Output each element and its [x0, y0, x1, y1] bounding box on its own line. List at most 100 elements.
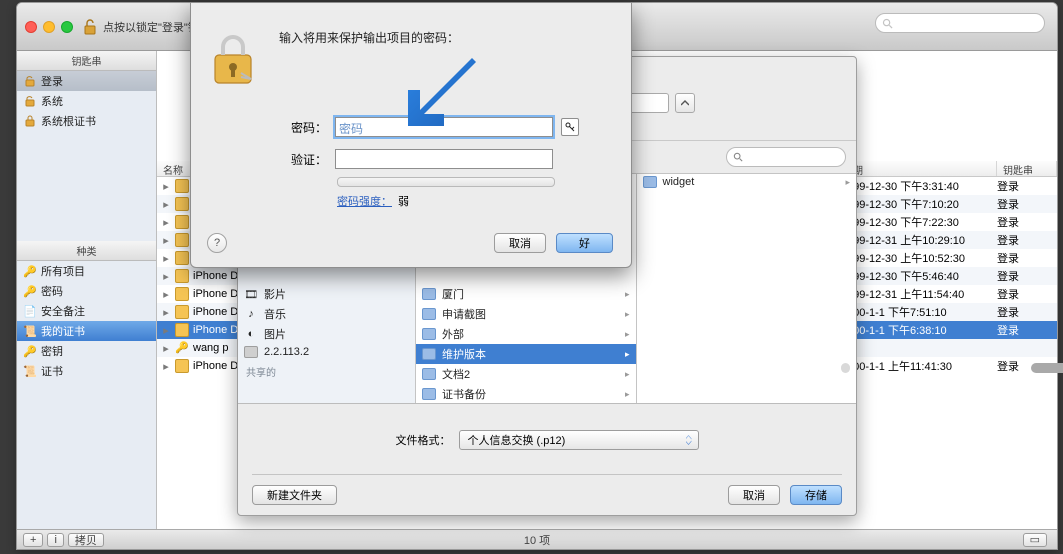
info-button[interactable]: i — [47, 533, 63, 547]
row-chain: 登录 — [997, 232, 1057, 248]
cat-mycerts[interactable]: 📜我的证书 — [17, 321, 156, 341]
view-toggle[interactable]: ▭ — [1023, 533, 1047, 547]
folder-item[interactable]: 厦门▸ — [416, 284, 636, 304]
folder-item[interactable]: 证书备份▸ — [416, 384, 636, 403]
folder-item[interactable]: 维护版本▸ — [416, 344, 636, 364]
lock-open-icon[interactable] — [83, 18, 97, 36]
cert-icon — [175, 197, 189, 211]
disclosure-icon[interactable]: ▸ — [161, 360, 171, 373]
search-icon — [882, 18, 893, 29]
minimize-icon[interactable] — [43, 21, 55, 33]
folder-label: 厦门 — [442, 286, 464, 302]
help-button[interactable]: ? — [207, 233, 227, 253]
categories-header: 种类 — [17, 241, 156, 261]
cert-icon — [175, 215, 189, 229]
disclosure-icon[interactable]: ▸ — [161, 306, 171, 319]
folder-icon — [422, 308, 436, 320]
copy-button[interactable]: 拷贝 — [68, 533, 104, 547]
disclosure-icon[interactable]: ▸ — [161, 216, 171, 229]
verify-input[interactable] — [335, 149, 553, 169]
note-icon: 📄 — [23, 304, 37, 318]
folder-icon — [643, 176, 657, 188]
row-date: 099-12-30 上午10:52:30 — [847, 250, 997, 266]
lock-open-icon — [23, 74, 37, 88]
disclosure-icon[interactable]: ▸ — [161, 270, 171, 283]
row-date: 099-12-30 下午7:22:30 — [847, 214, 997, 230]
folder-icon — [422, 328, 436, 340]
row-date: 099-12-30 下午7:10:20 — [847, 196, 997, 212]
row-date: 099-12-30 下午3:31:40 — [847, 178, 997, 194]
search-input[interactable] — [875, 13, 1045, 33]
disclosure-icon[interactable]: ▸ — [161, 180, 171, 193]
folder-widget[interactable]: widget▸ — [637, 174, 857, 190]
col-chain[interactable]: 钥匙串 — [997, 161, 1057, 176]
col-date[interactable]: 期 — [847, 161, 997, 176]
cat-notes[interactable]: 📄安全备注 — [17, 301, 156, 321]
strength-link[interactable]: 密码强度： — [337, 196, 392, 208]
chevron-right-icon: ▸ — [625, 369, 630, 380]
password-input[interactable] — [335, 117, 553, 137]
side-music[interactable]: ♪音乐 — [238, 304, 415, 324]
cert-icon — [175, 323, 189, 337]
side-server[interactable]: 2.2.113.2 — [238, 344, 415, 360]
side-movies[interactable]: 🎞影片 — [238, 284, 415, 304]
new-folder-button[interactable]: 新建文件夹 — [252, 485, 337, 505]
cat-passwords[interactable]: 🔑密码 — [17, 281, 156, 301]
sheet-save-button[interactable]: 存储 — [790, 485, 842, 505]
zoom-icon[interactable] — [61, 21, 73, 33]
expand-toggle[interactable] — [675, 93, 695, 113]
cat-certs[interactable]: 📜证书 — [17, 361, 156, 381]
row-chain: 登录 — [997, 304, 1057, 320]
cert-icon: 📜 — [23, 364, 37, 378]
cert-icon — [175, 251, 189, 265]
key-icon: 🔑 — [175, 341, 189, 355]
keychain-login[interactable]: 登录 — [17, 71, 156, 91]
dialog-cancel-button[interactable]: 取消 — [494, 233, 546, 253]
close-icon[interactable] — [25, 21, 37, 33]
add-button[interactable]: + — [23, 533, 43, 547]
sheet-search[interactable] — [726, 147, 846, 167]
row-name: iPhone Di — [193, 288, 241, 300]
folder-label: 申请截图 — [442, 306, 486, 322]
dialog-ok-button[interactable]: 好 — [556, 233, 613, 253]
password-placeholder: 密码 — [339, 120, 363, 137]
disclosure-icon[interactable]: ▸ — [161, 252, 171, 265]
cat-keys[interactable]: 🔑密钥 — [17, 341, 156, 361]
sheet-cancel-button[interactable]: 取消 — [728, 485, 780, 505]
disclosure-icon[interactable]: ▸ — [161, 342, 171, 355]
format-label: 文件格式： — [396, 432, 451, 448]
keychain-systemroot[interactable]: 系统根证书 — [17, 111, 156, 131]
chevron-right-icon: ▸ — [625, 309, 630, 320]
cert-icon — [175, 233, 189, 247]
lock-icon — [209, 33, 257, 87]
folder-icon — [422, 288, 436, 300]
row-name: iPhone Di — [193, 360, 241, 372]
sidebar: 钥匙串 登录 系统 系统根证书 种类 🔑所有项目 🔑密码 📄安全备注 📜我的证书… — [17, 51, 157, 529]
keychains-header: 钥匙串 — [17, 51, 156, 71]
folder-item[interactable]: 文档2 ▸ — [416, 364, 636, 384]
disclosure-icon[interactable]: ▸ — [161, 234, 171, 247]
folder-item[interactable]: 外部▸ — [416, 324, 636, 344]
horizontal-scrollbar[interactable] — [841, 363, 850, 373]
keychain-system[interactable]: 系统 — [17, 91, 156, 111]
dialog-prompt: 输入将用来保护输出项目的密码： — [279, 29, 459, 46]
chevron-right-icon: ▸ — [845, 177, 850, 188]
folder-icon — [422, 348, 436, 360]
password-dialog: 输入将用来保护输出项目的密码： 密码： 密码 验证： 密码强度：弱 ? 取消 好 — [190, 2, 632, 268]
row-chain: 登录 — [997, 196, 1057, 212]
verify-label: 验证： — [289, 151, 327, 168]
disclosure-icon[interactable]: ▸ — [161, 198, 171, 211]
cat-all[interactable]: 🔑所有项目 — [17, 261, 156, 281]
row-chain: 登录 — [997, 250, 1057, 266]
disclosure-icon[interactable]: ▸ — [161, 288, 171, 301]
side-photos[interactable]: ◐图片 — [238, 324, 415, 344]
key-icon-button[interactable] — [561, 118, 579, 136]
row-name: wang p — [193, 342, 228, 354]
folder-label: 证书备份 — [442, 386, 486, 402]
folder-item[interactable]: 申请截图 ▸ — [416, 304, 636, 324]
disclosure-icon[interactable]: ▸ — [161, 324, 171, 337]
scroll-thumb[interactable] — [1031, 363, 1063, 373]
browser-col2: widget▸ — [637, 174, 857, 403]
format-popup[interactable]: 个人信息交换 (.p12) — [459, 430, 699, 450]
folder-label: 文档2 — [442, 366, 470, 382]
